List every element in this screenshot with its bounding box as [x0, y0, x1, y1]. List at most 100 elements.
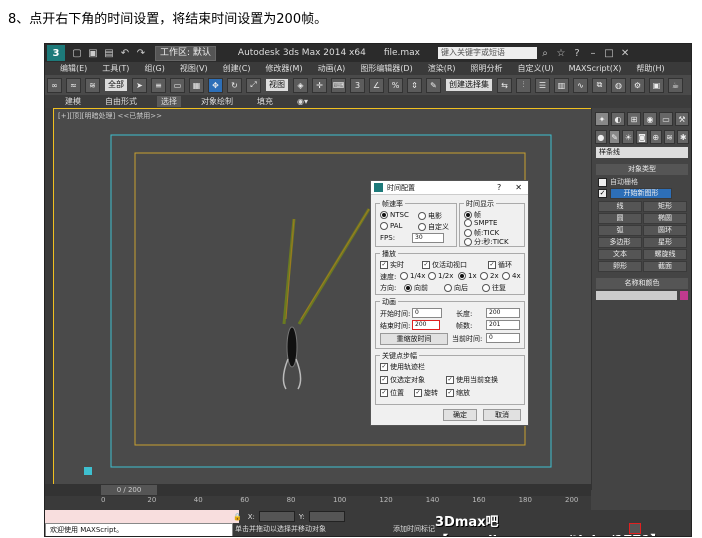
auto-grid-checkbox[interactable] — [598, 177, 607, 187]
menu-rendering[interactable]: 渲染(R) — [428, 63, 456, 74]
fps-field[interactable]: 30 — [412, 233, 444, 243]
donut-button[interactable]: 圆环 — [643, 225, 687, 236]
position-checkbox[interactable]: ✓ 位置 — [380, 388, 404, 398]
film-radio[interactable]: 电影 — [418, 211, 442, 221]
display-tab-icon[interactable]: ▭ — [659, 112, 673, 126]
realtime-checkbox[interactable]: ✓ 实时 — [380, 260, 404, 270]
link-icon[interactable]: ∞ — [47, 77, 62, 93]
pivot-center-icon[interactable]: ◈ — [293, 77, 308, 93]
text-button[interactable]: 文本 — [598, 249, 642, 260]
menu-animation[interactable]: 动画(A) — [318, 63, 346, 74]
reverse-radio[interactable]: 向后 — [444, 283, 468, 293]
menu-graph-editors[interactable]: 图形编辑器(D) — [360, 63, 412, 74]
object-name-input[interactable] — [596, 291, 677, 300]
maxscript-mini-listener[interactable]: 欢迎使用 MAXScript。 — [45, 523, 233, 536]
percent-snap-icon[interactable]: % — [388, 77, 403, 93]
help-icon[interactable]: ? — [571, 47, 583, 59]
mirror-icon[interactable]: ⇆ — [497, 77, 512, 93]
angle-snap-icon[interactable]: ∠ — [369, 77, 384, 93]
systems-icon[interactable]: ✱ — [677, 130, 690, 144]
rectangle-button[interactable]: 矩形 — [643, 201, 687, 212]
time-slider-bar[interactable]: 0 / 200 — [45, 484, 591, 496]
time-configuration-button[interactable] — [629, 523, 641, 534]
star-icon[interactable]: ☆ — [555, 47, 567, 59]
start-new-shape-row[interactable]: ✓ 开始新图形 — [598, 188, 686, 199]
speed-quarter-radio[interactable]: 1/4x — [400, 272, 425, 280]
select-rotate-icon[interactable]: ↻ — [227, 77, 242, 93]
arc-button[interactable]: 弧 — [598, 225, 642, 236]
tab-freeform[interactable]: 自由形式 — [101, 96, 141, 107]
edit-named-sel-icon[interactable]: ✎ — [426, 77, 441, 93]
y-coord-field[interactable] — [308, 511, 345, 522]
search-input[interactable]: 键入关键字或短语 — [438, 47, 538, 59]
shapes-icon[interactable]: ✎ — [608, 130, 621, 144]
dialog-close-button[interactable]: ✕ — [515, 183, 522, 192]
line-button[interactable]: 线 — [598, 201, 642, 212]
rect-selection-icon[interactable]: ▭ — [170, 77, 185, 93]
ngon-button[interactable]: 多边形 — [598, 237, 642, 248]
material-editor-icon[interactable]: ◍ — [611, 77, 626, 93]
object-type-rollout[interactable]: 对象类型 — [596, 164, 688, 175]
undo-icon[interactable]: ↶ — [119, 47, 131, 59]
ntsc-radio[interactable]: NTSC — [380, 211, 409, 219]
speed-2x-radio[interactable]: 2x — [480, 272, 499, 280]
geometry-icon[interactable]: ● — [595, 130, 607, 144]
maximize-icon[interactable]: □ — [603, 47, 615, 59]
named-selection-select[interactable]: 创建选择集 — [446, 79, 492, 91]
keyboard-shortcut-icon[interactable]: ⌨ — [331, 77, 346, 93]
app-logo-icon[interactable]: 3 — [47, 45, 65, 61]
layer-manager-icon[interactable]: ☰ — [535, 77, 550, 93]
menu-views[interactable]: 视图(V) — [180, 63, 208, 74]
maxscript-listener[interactable] — [45, 510, 239, 523]
use-track-bar-checkbox[interactable]: ✓ 使用轨迹栏 — [380, 362, 425, 372]
create-tab-icon[interactable]: ✦ — [595, 112, 609, 126]
spacewarps-icon[interactable]: ≋ — [663, 130, 676, 144]
rotation-checkbox[interactable]: ✓ 旋转 — [414, 388, 438, 398]
modify-tab-icon[interactable]: ◐ — [611, 112, 625, 126]
menu-customize[interactable]: 自定义(U) — [518, 63, 554, 74]
length-field[interactable]: 200 — [486, 308, 520, 318]
helpers-icon[interactable]: ⊕ — [649, 130, 662, 144]
snaps-toggle-icon[interactable]: 3 — [350, 77, 365, 93]
new-file-icon[interactable]: ▢ — [71, 47, 83, 59]
current-time-field[interactable]: 0 — [486, 333, 520, 343]
hierarchy-tab-icon[interactable]: ⊞ — [627, 112, 641, 126]
mm-ss-ticks-radio[interactable]: 分:秒:TICK — [464, 237, 509, 247]
bind-spacewarp-icon[interactable]: ≋ — [85, 77, 100, 93]
helix-button[interactable]: 螺旋线 — [643, 249, 687, 260]
spinner-snap-icon[interactable]: ⇕ — [407, 77, 422, 93]
graphite-toggle-icon[interactable]: ▥ — [554, 77, 569, 93]
menu-group[interactable]: 组(G) — [144, 63, 164, 74]
render-setup-icon[interactable]: ⚙ — [630, 77, 645, 93]
window-crossing-icon[interactable]: ▦ — [189, 77, 204, 93]
egg-button[interactable]: 卵形 — [598, 261, 642, 272]
schematic-view-icon[interactable]: ⧉ — [592, 77, 607, 93]
tab-object-paint[interactable]: 对象绘制 — [197, 96, 237, 107]
track-bar[interactable]: 0 20 40 60 80 100 120 140 160 180 200 — [45, 496, 591, 510]
menu-help[interactable]: 帮助(H) — [636, 63, 664, 74]
workspace-select[interactable]: 工作区: 默认 — [155, 45, 216, 61]
select-scale-icon[interactable]: ⤢ — [246, 77, 261, 93]
tab-populate[interactable]: 填充 — [253, 96, 277, 107]
motion-tab-icon[interactable]: ◉ — [643, 112, 657, 126]
ribbon-options-icon[interactable]: ◉▾ — [293, 97, 312, 106]
auto-grid-row[interactable]: 自动栅格 — [598, 177, 686, 187]
unlink-icon[interactable]: ≈ — [66, 77, 81, 93]
star-button[interactable]: 星形 — [643, 237, 687, 248]
start-time-field[interactable]: 0 — [412, 308, 442, 318]
shape-type-select[interactable]: 样条线 — [596, 147, 688, 158]
time-slider-thumb[interactable]: 0 / 200 — [101, 485, 157, 495]
select-by-name-icon[interactable]: ≡ — [151, 77, 166, 93]
menu-tools[interactable]: 工具(T) — [102, 63, 129, 74]
rescale-time-button[interactable]: 重缩放时间 — [380, 333, 448, 345]
curve-editor-icon[interactable]: ∿ — [573, 77, 588, 93]
render-icon[interactable]: ☕ — [668, 77, 683, 93]
select-move-icon[interactable]: ✥ — [208, 77, 223, 93]
binoculars-icon[interactable]: ⌕ — [539, 47, 551, 59]
add-time-tag[interactable]: 添加时间标记 — [393, 524, 435, 534]
select-manipulate-icon[interactable]: ✛ — [312, 77, 327, 93]
align-icon[interactable]: ⫶ — [516, 77, 531, 93]
loop-checkbox[interactable]: ✓ 循环 — [488, 260, 512, 270]
menu-create[interactable]: 创建(C) — [223, 63, 251, 74]
ok-button[interactable]: 确定 — [443, 409, 477, 421]
